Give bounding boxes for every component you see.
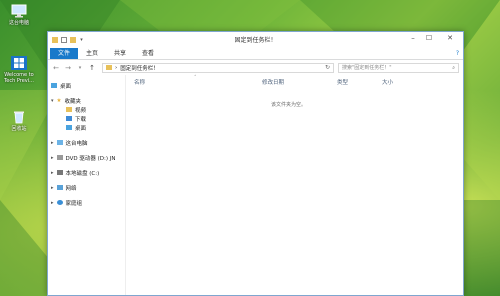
windows-logo-icon [11,56,27,70]
tab-file[interactable]: 文件 [50,48,79,59]
chevron-right-icon: ▸ [51,199,54,206]
desktop-icon-this-pc[interactable]: 这台电脑 [2,4,36,26]
network-icon [56,185,63,190]
chevron-down-icon: ▾ [51,97,54,104]
desktop-icon [66,125,72,130]
video-folder-icon [66,107,72,112]
navigation-pane: 桌面 ▾ ★ 收藏夹 视频 下载 桌面 ▸ 这台电脑 ▸ DVD 驱动器 (D:… [48,75,126,295]
chevron-right-icon: ▸ [51,184,54,191]
address-bar[interactable]: › 固定到任务栏！ ↻ [102,62,334,73]
nav-item-videos[interactable]: 视频 [48,105,125,114]
hard-drive-icon [56,170,63,175]
nav-item-label: DVD 驱动器 (D:) JN [65,155,116,162]
nav-item-favorites[interactable]: ▾ ★ 收藏夹 [48,96,125,105]
desktop-icon-label: Welcome to Tech Previ... [4,72,34,84]
desktop-icon-recycle-bin[interactable]: 回收站 [2,110,36,132]
nav-item-label: 下载 [75,116,87,123]
nav-item-this-pc[interactable]: ▸ 这台电脑 [48,138,125,147]
recycle-bin-icon [14,111,24,124]
nav-item-homegroup[interactable]: ▸ 家庭组 [48,198,125,207]
nav-item-label: 视频 [75,107,87,114]
minimize-button[interactable]: – [405,32,421,44]
address-path: 固定到任务栏！ [120,65,159,72]
dvd-drive-icon [56,155,63,160]
address-separator: › [115,64,118,71]
file-list: ˄ 名称 修改日期 类型 大小 该文件夹为空。 [126,75,463,295]
nav-item-label: 桌面 [60,83,72,90]
back-button[interactable]: ← [52,64,60,72]
chevron-right-icon: ▸ [51,169,54,176]
sort-caret-icon: ˄ [194,75,197,81]
column-type[interactable]: 类型 [337,78,348,86]
nav-item-fav-desktop[interactable]: 桌面 [48,123,125,132]
chevron-right-icon: ▸ [51,139,54,146]
desktop-icon-label: 这台电脑 [8,20,29,26]
close-button[interactable]: ✕ [437,32,463,44]
nav-item-label: 这台电脑 [65,140,88,147]
column-headers: 名称 修改日期 类型 大小 [126,75,463,87]
search-placeholder: 搜索"固定到任务栏！" [342,65,392,71]
watermark-title: 百科全说 [379,222,460,244]
tab-view[interactable]: 查看 [134,48,162,59]
homegroup-icon [56,200,63,205]
empty-folder-message: 该文件夹为空。 [271,102,307,108]
nav-item-dvd-drive[interactable]: ▸ DVD 驱动器 (D:) JN [48,153,125,162]
refresh-icon[interactable]: ↻ [325,64,330,71]
desktop-icon-label: 回收站 [11,126,27,132]
navigation-bar: ← → ▾ ↑ › 固定到任务栏！ ↻ 搜索"固定到任务栏！" ⌕ [48,60,463,75]
nav-item-local-disk[interactable]: ▸ 本地磁盘 (C:) [48,168,125,177]
search-input[interactable]: 搜索"固定到任务栏！" ⌕ [338,62,459,73]
computer-icon [56,140,63,145]
tab-home[interactable]: 主页 [78,48,106,59]
nav-item-downloads[interactable]: 下载 [48,114,125,123]
computer-icon [11,4,27,18]
nav-item-label: 网络 [65,185,77,192]
help-icon[interactable]: ? [456,48,459,59]
nav-item-label: 桌面 [75,125,87,132]
folder-icon [106,65,112,70]
chevron-right-icon: ▸ [51,154,54,161]
nav-item-label: 家庭组 [65,200,83,207]
tab-share[interactable]: 共享 [106,48,134,59]
recent-locations-button[interactable]: ▾ [76,65,84,71]
window-title: 固定到任务栏！ [234,37,277,44]
ribbon-tabs: 文件 主页 共享 查看 ? [48,47,463,60]
star-icon: ★ [56,97,62,104]
nav-item-label: 收藏夹 [64,98,81,105]
column-size[interactable]: 大小 [382,78,393,86]
title-bar: ▾ 固定到任务栏！ – ☐ ✕ [48,32,463,47]
desktop-icon [51,83,57,88]
forward-button[interactable]: → [64,64,72,72]
watermark-subtitle: 助你轻松解决 [383,245,456,256]
up-button[interactable]: ↑ [88,64,96,72]
nav-item-network[interactable]: ▸ 网络 [48,183,125,192]
column-name[interactable]: 名称 [134,78,145,86]
download-folder-icon [66,116,72,121]
nav-item-desktop[interactable]: 桌面 [48,81,125,90]
column-date-modified[interactable]: 修改日期 [262,78,284,86]
desktop-icon-welcome[interactable]: Welcome to Tech Previ... [2,56,36,84]
maximize-button[interactable]: ☐ [421,32,437,44]
nav-item-label: 本地磁盘 (C:) [65,170,100,177]
search-icon[interactable]: ⌕ [452,65,455,71]
watermark: 百科全说 助你轻松解决 [380,222,460,258]
